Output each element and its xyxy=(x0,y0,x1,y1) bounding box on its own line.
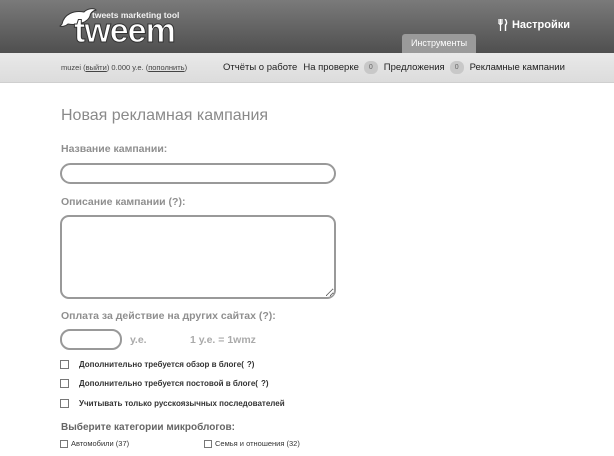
topup-link[interactable]: пополнить xyxy=(148,63,184,72)
russian-followers-checkbox[interactable] xyxy=(60,399,69,408)
balance: 0.000 у.е. xyxy=(111,63,144,72)
category-item: Семья и отношения (32) xyxy=(204,439,300,448)
nav-campaigns[interactable]: Рекламные кампании xyxy=(470,62,565,73)
fork-knife-icon xyxy=(498,19,508,31)
blog-post-option: Дополнительно требуется постовой в блоге… xyxy=(60,379,269,388)
payment-amount-input[interactable] xyxy=(60,329,122,350)
blog-review-help-link[interactable]: ? xyxy=(247,360,252,369)
account-info: muzei (выйти) 0.000 у.е. (пополнить) xyxy=(61,63,188,72)
blog-review-checkbox[interactable] xyxy=(60,360,69,369)
nav-review[interactable]: На проверке 0 xyxy=(303,61,378,74)
logo[interactable]: tweets marketing tool tweem xyxy=(58,4,198,50)
exchange-rate: 1 у.е. = 1wmz xyxy=(190,334,256,346)
campaign-description-textarea[interactable] xyxy=(60,215,336,299)
category-label: Автомобили (37) xyxy=(71,439,130,448)
username: muzei xyxy=(61,63,82,72)
category-item: Автомобили (37) xyxy=(60,439,129,448)
payment-label-text: Оплата за действие на других сайтах xyxy=(61,310,256,322)
app-header: tweets marketing tool tweem Настройки Ин… xyxy=(0,0,614,53)
logo-wordmark: tweem xyxy=(74,12,177,50)
campaign-description-label-text: Описание кампании xyxy=(61,196,166,208)
blog-post-checkbox[interactable] xyxy=(60,379,69,388)
nav-offers[interactable]: Предложения 0 xyxy=(384,61,464,74)
currency-label: у.е. xyxy=(130,334,147,346)
nav-reports-label: Отчёты о работе xyxy=(223,62,298,73)
campaign-description-label: Описание кампании (?): xyxy=(61,196,186,208)
blog-review-label: Дополнительно требуется обзор в блоге xyxy=(79,360,242,369)
blog-post-label: Дополнительно требуется постовой в блоге xyxy=(79,379,256,388)
top-nav: Отчёты о работе На проверке 0 Предложени… xyxy=(223,61,571,74)
sub-navigation-bar: muzei (выйти) 0.000 у.е. (пополнить) Отч… xyxy=(0,53,614,83)
nav-reports[interactable]: Отчёты о работе xyxy=(223,62,297,73)
category-checkbox[interactable] xyxy=(204,439,212,448)
nav-review-label: На проверке xyxy=(303,62,359,73)
settings-label: Настройки xyxy=(511,19,570,31)
settings-link[interactable]: Настройки xyxy=(498,19,570,31)
tab-tools[interactable]: Инструменты xyxy=(402,34,476,53)
review-count-badge: 0 xyxy=(363,61,378,74)
description-help-link[interactable]: ? xyxy=(172,196,178,208)
campaign-name-label: Название кампании: xyxy=(61,143,168,155)
payment-help-link[interactable]: ? xyxy=(262,310,268,322)
blog-review-option: Дополнительно требуется обзор в блоге (?… xyxy=(60,360,254,369)
russian-followers-label: Учитывать только русскоязычных последова… xyxy=(79,399,285,408)
campaign-name-input[interactable] xyxy=(60,163,336,184)
russian-followers-option: Учитывать только русскоязычных последова… xyxy=(60,399,285,408)
nav-offers-label: Предложения xyxy=(383,62,445,73)
page-title: Новая рекламная кампания xyxy=(61,107,269,124)
offers-count-badge: 0 xyxy=(449,61,464,74)
category-label: Семья и отношения (32) xyxy=(215,439,300,448)
logout-link[interactable]: выйти xyxy=(86,63,107,72)
nav-campaigns-label: Рекламные кампании xyxy=(469,62,565,73)
category-checkbox[interactable] xyxy=(60,439,68,448)
categories-label: Выберите категории микроблогов: xyxy=(61,422,235,433)
blog-post-help-link[interactable]: ? xyxy=(261,379,266,388)
payment-label: Оплата за действие на других сайтах (?): xyxy=(61,310,276,322)
